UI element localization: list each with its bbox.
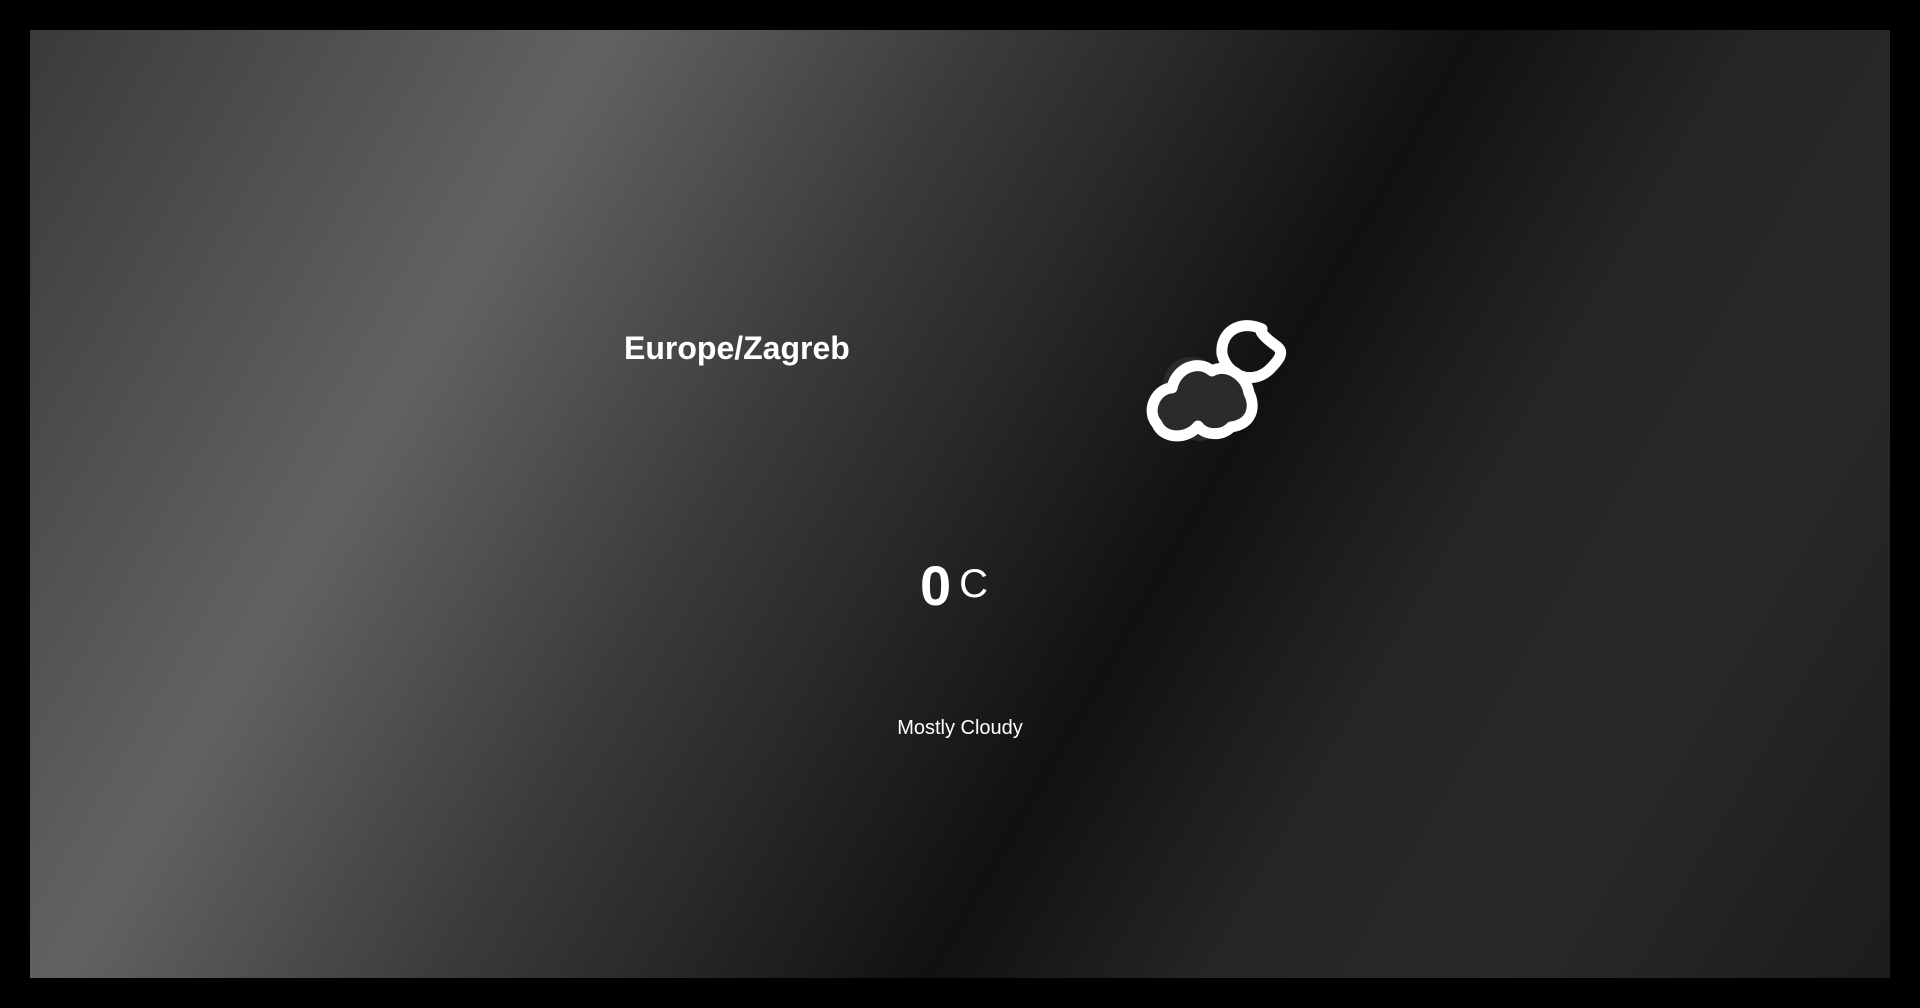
temperature-value: 0: [920, 554, 952, 617]
weather-condition: Mostly Cloudy: [897, 717, 1023, 739]
temperature-unit: C: [959, 562, 989, 606]
temperature-display: 0C: [920, 558, 1050, 614]
weather-panel: Europe/Zagreb 0C Mostly Cloudy: [30, 30, 1890, 978]
cloud-moon-icon: [1134, 292, 1294, 442]
location-label: Europe/Zagreb: [624, 330, 850, 366]
